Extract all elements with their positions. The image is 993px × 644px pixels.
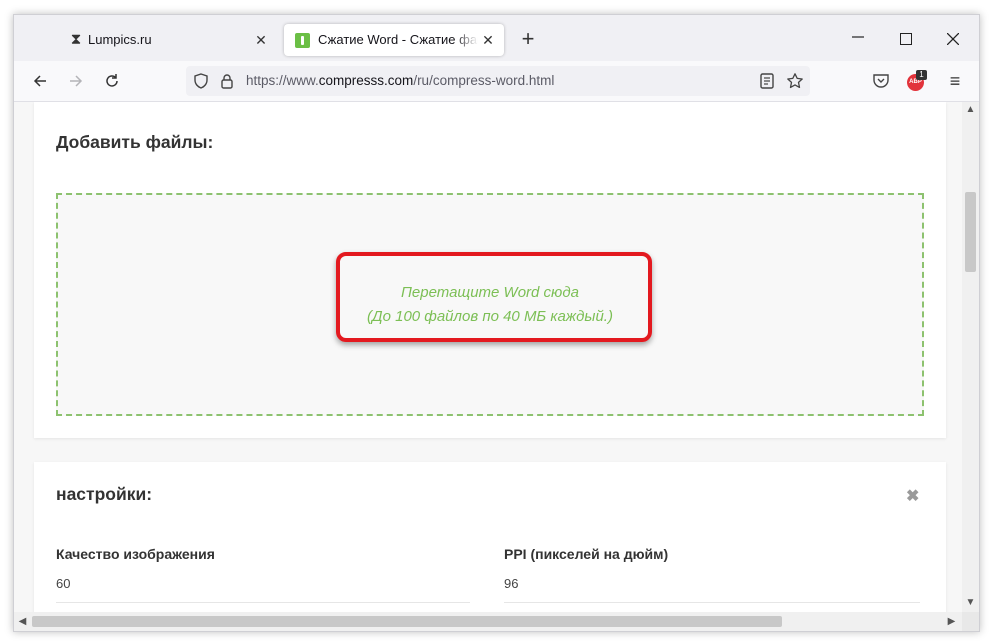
lock-icon[interactable]: [218, 72, 236, 90]
browser-window: ⧗ Lumpics.ru ✕ Сжатие Word - Сжатие файл…: [13, 14, 980, 632]
horizontal-scroll-thumb[interactable]: [32, 616, 782, 627]
url-text[interactable]: https://www.compresss.com/ru/compress-wo…: [246, 73, 554, 88]
minimize-button[interactable]: [846, 27, 870, 51]
ppi-underline: [504, 602, 920, 603]
compresss-favicon-icon: [294, 32, 310, 48]
back-button[interactable]: [28, 69, 52, 93]
settings-title: настройки:: [56, 484, 153, 504]
ppi-input[interactable]: 96: [504, 576, 518, 591]
close-window-button[interactable]: [941, 27, 965, 51]
tab-lumpics[interactable]: ⧗ Lumpics.ru ✕: [62, 24, 277, 56]
reload-icon: [106, 74, 118, 87]
minimize-icon: [852, 36, 864, 38]
bookmark-star-icon[interactable]: [786, 72, 804, 90]
file-drop-zone[interactable]: Перетащите Word сюда (До 100 файлов по 4…: [56, 193, 924, 416]
arrow-right-icon: [70, 75, 83, 87]
image-quality-underline: [56, 602, 470, 603]
tab-bar: ⧗ Lumpics.ru ✕ Сжатие Word - Сжатие файл…: [14, 15, 979, 61]
tab-title: Сжатие Word - Сжатие файлов: [318, 32, 478, 47]
pocket-icon[interactable]: [872, 72, 890, 90]
maximize-button[interactable]: [894, 27, 918, 51]
scroll-left-icon[interactable]: ◀: [17, 616, 28, 627]
new-tab-button[interactable]: +: [516, 28, 540, 52]
close-icon: [946, 32, 960, 46]
drop-instruction: Перетащите Word сюда: [401, 284, 579, 301]
adblock-extension-icon[interactable]: ABP 1: [907, 70, 929, 92]
add-files-title: Добавить файлы:: [56, 132, 214, 152]
extension-badge: 1: [916, 70, 927, 80]
scroll-down-icon[interactable]: ▼: [965, 597, 976, 608]
scrollbar-corner: [962, 612, 979, 631]
hourglass-icon: ⧗: [70, 31, 82, 48]
horizontal-scrollbar[interactable]: ◀ ▶: [14, 612, 962, 631]
shield-icon[interactable]: [192, 72, 210, 90]
settings-close-icon[interactable]: ✖: [906, 486, 919, 506]
tab-compress-word[interactable]: Сжатие Word - Сжатие файлов ✕: [284, 24, 504, 56]
reload-button[interactable]: [100, 69, 124, 93]
hamburger-menu-icon[interactable]: ≡: [944, 70, 966, 92]
scroll-right-icon[interactable]: ▶: [946, 616, 957, 627]
page-content: Добавить файлы: Перетащите Word сюда (До…: [14, 102, 962, 612]
add-files-card: Добавить файлы: Перетащите Word сюда (До…: [34, 102, 946, 438]
navigation-bar: https://www.compresss.com/ru/compress-wo…: [14, 61, 979, 102]
maximize-icon: [900, 33, 912, 45]
image-quality-input[interactable]: 60: [56, 576, 70, 591]
drop-limit-text: (До 100 файлов по 40 МБ каждый.): [367, 308, 613, 325]
ppi-label: PPI (пикселей на дюйм): [504, 546, 669, 562]
scroll-up-icon[interactable]: ▲: [965, 104, 976, 115]
arrow-left-icon: [33, 75, 46, 87]
tab-close-icon[interactable]: ✕: [251, 30, 271, 50]
settings-card: настройки: ✖ Качество изображения 60 PPI…: [34, 462, 946, 612]
forward-button[interactable]: [64, 69, 88, 93]
tab-title: Lumpics.ru: [88, 32, 152, 47]
url-host: compresss.com: [318, 73, 414, 88]
image-quality-label: Качество изображения: [56, 546, 215, 562]
vertical-scroll-thumb[interactable]: [965, 192, 976, 272]
url-bar[interactable]: https://www.compresss.com/ru/compress-wo…: [186, 66, 810, 96]
reader-view-icon[interactable]: [758, 72, 776, 90]
url-prefix: https://www.: [246, 73, 319, 88]
vertical-scrollbar[interactable]: ▲ ▼: [962, 102, 979, 612]
url-path: /ru/compress-word.html: [413, 73, 555, 88]
tab-close-icon[interactable]: ✕: [478, 30, 498, 50]
